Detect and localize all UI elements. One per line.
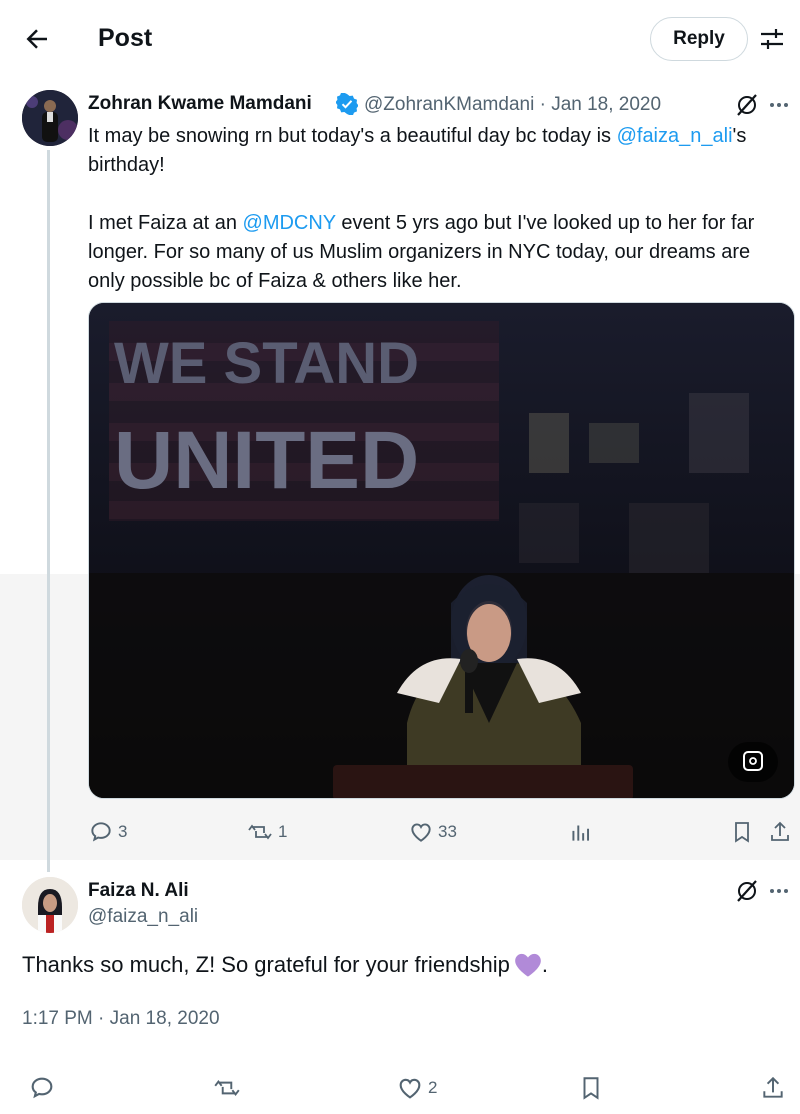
author-name[interactable]: Faiza N. Ali bbox=[88, 880, 189, 902]
mention-link[interactable]: @faiza_n_ali bbox=[617, 125, 733, 147]
repost-icon bbox=[248, 824, 272, 840]
author-handle[interactable]: @faiza_n_ali bbox=[88, 906, 198, 928]
verified-badge-icon bbox=[336, 93, 358, 115]
grok-icon[interactable] bbox=[734, 878, 760, 904]
purple-heart-emoji-icon bbox=[514, 952, 542, 978]
repost-action[interactable]: 1 bbox=[246, 818, 287, 846]
avatar[interactable] bbox=[22, 877, 78, 933]
bookmark-action[interactable] bbox=[730, 818, 758, 846]
tweet-action-bar: 3 1 33 bbox=[88, 818, 800, 846]
reply-bubble-icon bbox=[31, 1077, 53, 1099]
views-action[interactable] bbox=[568, 818, 598, 846]
author-name[interactable]: Zohran Kwame Mamdani bbox=[88, 93, 312, 115]
banner-text: WE STAND bbox=[114, 331, 419, 396]
share-icon bbox=[771, 821, 789, 841]
reply-action[interactable] bbox=[28, 1074, 60, 1102]
grok-icon[interactable] bbox=[734, 92, 760, 118]
share-icon bbox=[763, 1076, 783, 1098]
heart-icon bbox=[399, 1078, 421, 1099]
share-action[interactable] bbox=[760, 1074, 790, 1102]
repost-icon bbox=[214, 1079, 240, 1097]
tweet-text-segment: I met Faiza at an bbox=[88, 212, 243, 234]
post-timestamp[interactable]: 1:17 PM · Jan 18, 2020 bbox=[22, 1008, 220, 1030]
reply-text-end: . bbox=[541, 952, 549, 977]
repost-count: 1 bbox=[278, 822, 288, 841]
like-action[interactable]: 2 bbox=[396, 1074, 437, 1102]
like-count: 2 bbox=[428, 1078, 438, 1097]
back-arrow-icon[interactable] bbox=[22, 24, 52, 54]
reply-tweet-text: Thanks so much, Z! So grateful for your … bbox=[22, 952, 548, 978]
tweet-text: It may be snowing rn but today's a beaut… bbox=[88, 122, 788, 296]
reply-text-body: Thanks so much, Z! So grateful for your … bbox=[22, 952, 510, 977]
like-action[interactable]: 33 bbox=[408, 818, 457, 846]
image-edit-badge[interactable] bbox=[728, 742, 778, 782]
mention-link[interactable]: @MDCNY bbox=[243, 212, 336, 234]
tweet-photo[interactable]: WE STAND UNITED bbox=[88, 302, 795, 799]
settings-sliders-icon[interactable] bbox=[756, 24, 788, 54]
reply-bubble-icon bbox=[91, 822, 111, 842]
bookmark-icon bbox=[735, 822, 749, 843]
more-options-icon[interactable] bbox=[766, 878, 792, 904]
bookmark-action[interactable] bbox=[578, 1074, 608, 1102]
repost-action[interactable] bbox=[212, 1074, 246, 1102]
thread-connector-line bbox=[47, 150, 50, 872]
share-action[interactable] bbox=[768, 818, 796, 846]
tweet-action-bar: 2 bbox=[0, 1074, 800, 1104]
page-title: Post bbox=[98, 24, 153, 52]
heart-icon bbox=[411, 823, 431, 842]
like-count: 33 bbox=[438, 822, 457, 841]
reply-button[interactable]: Reply bbox=[650, 17, 748, 61]
analytics-icon bbox=[572, 825, 590, 841]
reply-action[interactable]: 3 bbox=[88, 818, 127, 846]
tweet-text-segment: It may be snowing rn but today's a beaut… bbox=[88, 125, 617, 147]
banner-text: UNITED bbox=[114, 415, 419, 506]
more-options-icon[interactable] bbox=[766, 92, 792, 118]
bookmark-icon bbox=[583, 1077, 599, 1100]
author-handle-date[interactable]: @ZohranKMamdani · Jan 18, 2020 bbox=[364, 94, 661, 116]
reply-count: 3 bbox=[118, 822, 128, 841]
avatar[interactable] bbox=[22, 90, 78, 146]
